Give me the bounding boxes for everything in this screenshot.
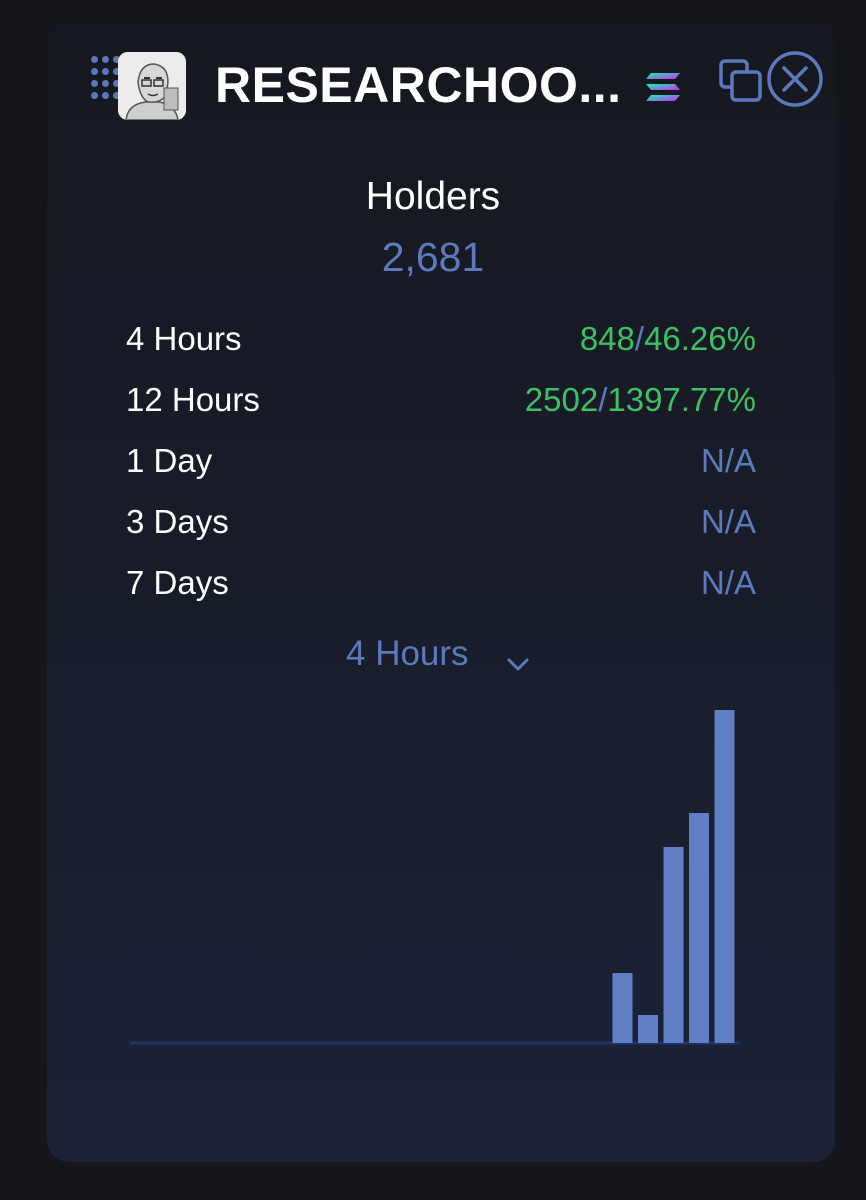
holders-change-count: 2502 xyxy=(524,381,599,418)
drag-handle-icon[interactable] xyxy=(91,56,120,100)
stat-label: 7 Days xyxy=(126,564,229,601)
stat-value-na: N/A xyxy=(700,442,756,479)
value-separator: / xyxy=(634,320,645,357)
holders-change-count: 848 xyxy=(579,320,635,357)
stat-row-3d: 3 Days N/A xyxy=(126,503,756,543)
holders-bar-chart xyxy=(130,710,740,1045)
stat-value: 2502/1397.77% xyxy=(525,381,756,419)
stat-label: 4 Hours xyxy=(126,320,242,357)
range-select[interactable]: 4 Hours xyxy=(346,634,536,678)
token-title: RESEARCHOO... xyxy=(215,57,622,113)
chart-bar xyxy=(689,813,709,1043)
solana-icon xyxy=(645,72,681,102)
value-separator: / xyxy=(598,381,608,418)
holders-change-percent: 1397.77% xyxy=(607,381,756,418)
stat-label: 3 Days xyxy=(126,503,229,540)
stat-label: 12 Hours xyxy=(126,381,260,418)
chart-bar xyxy=(663,847,684,1043)
token-avatar xyxy=(118,52,186,120)
close-icon[interactable] xyxy=(766,50,824,108)
holders-change-percent: 46.26% xyxy=(644,320,756,357)
stat-label: 1 Day xyxy=(126,442,213,479)
stat-row-1d: 1 Day N/A xyxy=(126,442,756,482)
chart-bar xyxy=(638,1015,658,1043)
stat-row-7d: 7 Days N/A xyxy=(126,564,756,604)
stat-value-na: N/A xyxy=(700,564,756,601)
stat-row-4h: 4 Hours 848/46.26% xyxy=(126,320,756,360)
copy-icon[interactable] xyxy=(718,58,764,104)
stat-value-na: N/A xyxy=(700,503,756,540)
widget-header: RESEARCHOO... xyxy=(0,0,866,130)
stat-value: 848/46.26% xyxy=(580,320,756,358)
chevron-down-icon xyxy=(506,644,530,671)
holders-label: Holders xyxy=(365,175,501,218)
range-select-value: 4 Hours xyxy=(346,634,469,673)
stat-row-12h: 12 Hours 2502/1397.77% xyxy=(126,381,756,421)
chart-bar xyxy=(612,973,633,1043)
holders-count: 2,681 xyxy=(381,234,485,280)
chart-bar xyxy=(714,710,735,1043)
